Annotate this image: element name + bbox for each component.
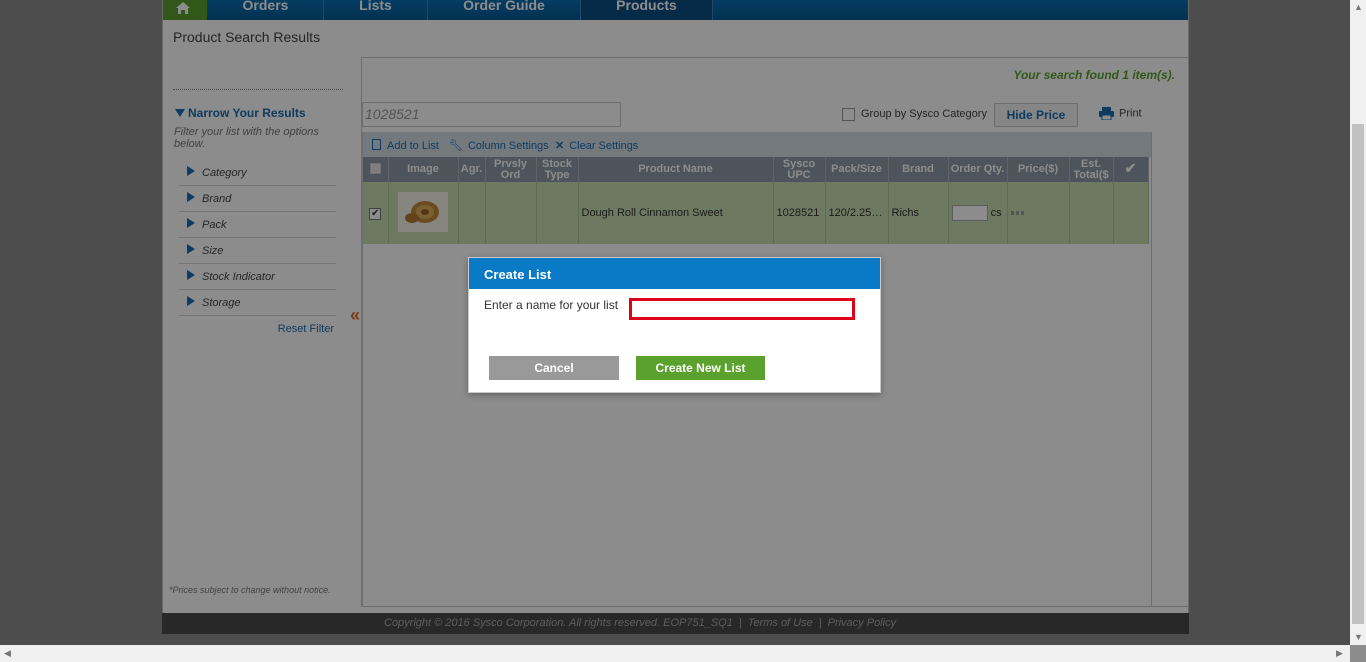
list-name-label: Enter a name for your list bbox=[484, 298, 619, 312]
scroll-right-icon[interactable]: ▶ bbox=[1336, 648, 1343, 659]
vertical-scroll-thumb[interactable] bbox=[1352, 124, 1364, 624]
scroll-left-icon[interactable]: ◀ bbox=[4, 648, 11, 659]
scroll-down-icon[interactable]: ▼ bbox=[1354, 632, 1363, 642]
create-new-list-button[interactable]: Create New List bbox=[636, 356, 765, 380]
horizontal-scrollbar[interactable]: ◀ ▶ bbox=[0, 645, 1350, 662]
vertical-scrollbar[interactable]: ▲ ▼ bbox=[1350, 0, 1366, 645]
scroll-up-icon[interactable]: ▲ bbox=[1354, 2, 1363, 12]
create-list-dialog: Create List Enter a name for your list C… bbox=[468, 257, 881, 393]
cancel-button[interactable]: Cancel bbox=[489, 356, 619, 380]
list-name-input[interactable] bbox=[629, 298, 855, 320]
dialog-title: Create List bbox=[469, 258, 880, 289]
